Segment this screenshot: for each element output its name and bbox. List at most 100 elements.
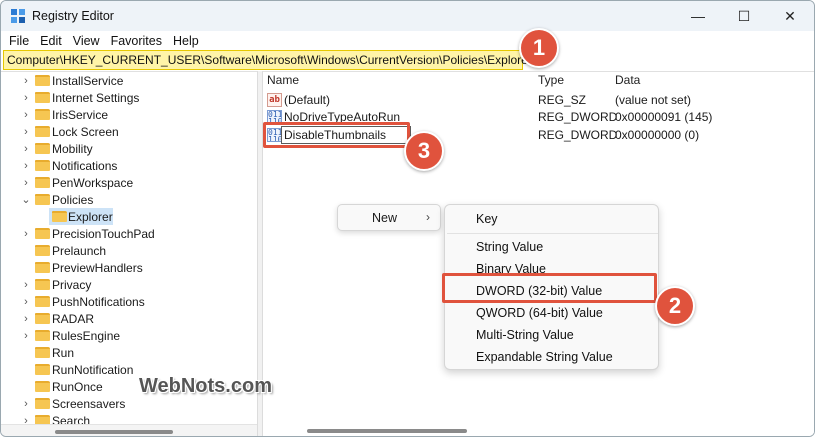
chevron-right-icon[interactable]: › (21, 279, 31, 291)
menu-file[interactable]: File (9, 34, 29, 48)
annotation-highlight-new-value (263, 122, 410, 148)
folder-icon (35, 364, 50, 375)
tree-item[interactable]: › Internet Settings (1, 89, 257, 106)
tree-item-label: Run (52, 345, 75, 360)
key-tree-pane[interactable]: › InstallService › Internet Settings › IrisSe… (1, 71, 257, 424)
value-data: 0x00000000 (0) (615, 128, 700, 142)
folder-icon (35, 143, 50, 154)
address-bar[interactable]: Computer\HKEY_CURRENT_USER\Software\Micr… (3, 50, 532, 70)
chevron-right-icon[interactable]: › (21, 126, 31, 138)
minimize-icon: — (691, 8, 705, 24)
tree-item[interactable]: PreviewHandlers (1, 259, 257, 276)
chevron-right-icon[interactable]: › (21, 313, 31, 325)
column-header-type[interactable]: Type (538, 73, 564, 87)
chevron-right-icon[interactable]: › (21, 109, 31, 121)
minimize-button[interactable]: — (675, 1, 721, 31)
tree-item[interactable]: › Privacy (1, 276, 257, 293)
tree-item[interactable]: › PrecisionTouchPad (1, 225, 257, 242)
column-header-data[interactable]: Data (615, 73, 640, 87)
tree-item[interactable]: › PenWorkspace (1, 174, 257, 191)
tree-scroll-thumb[interactable] (55, 430, 173, 434)
tree-item-label: IrisService (52, 107, 109, 122)
submenu-item-qword-value[interactable]: QWORD (64-bit) Value (476, 306, 603, 320)
registry-editor-window: Registry Editor — ☐ ✕ File Edit View Fav… (0, 0, 815, 437)
chevron-right-icon[interactable]: › (21, 177, 31, 189)
tree-item-label: Notifications (52, 158, 118, 173)
tree-item[interactable]: Run (1, 344, 257, 361)
tree-item[interactable]: › Notifications (1, 157, 257, 174)
tree-item-label: Internet Settings (52, 90, 140, 105)
tree-item[interactable]: › Search (1, 412, 257, 424)
close-button[interactable]: ✕ (767, 1, 813, 31)
chevron-right-icon[interactable]: › (21, 415, 31, 425)
folder-icon (35, 228, 50, 239)
tree-item[interactable]: › Mobility (1, 140, 257, 157)
tree-item-label: Privacy (52, 277, 92, 292)
tree-item[interactable]: › RADAR (1, 310, 257, 327)
menu-bar: File Edit View Favorites Help (1, 31, 814, 50)
context-menu-new[interactable]: New › (337, 204, 441, 231)
tree-item[interactable]: › RulesEngine (1, 327, 257, 344)
chevron-right-icon[interactable]: › (21, 296, 31, 308)
annotation-highlight-dword (442, 273, 657, 303)
menu-favorites[interactable]: Favorites (111, 34, 162, 48)
submenu-item-key[interactable]: Key (476, 212, 498, 226)
annotation-badge-2: 2 (655, 286, 695, 326)
column-header-name[interactable]: Name (267, 73, 299, 87)
folder-icon (35, 330, 50, 341)
address-path: Computer\HKEY_CURRENT_USER\Software\Micr… (7, 53, 532, 67)
chevron-right-icon[interactable]: › (21, 143, 31, 155)
tree-item[interactable]: › IrisService (1, 106, 257, 123)
tree-item-label: PushNotifications (52, 294, 145, 309)
new-menu-item-label: New (372, 211, 398, 225)
tree-item[interactable]: › InstallService (1, 72, 257, 89)
folder-icon (35, 92, 50, 103)
list-scroll-thumb[interactable] (307, 429, 467, 433)
maximize-button[interactable]: ☐ (721, 1, 767, 31)
tree-horizontal-scrollbar[interactable] (1, 424, 257, 436)
chevron-right-icon[interactable]: › (21, 160, 31, 172)
folder-icon (35, 381, 50, 392)
submenu-item-multi-string-value[interactable]: Multi-String Value (476, 328, 574, 342)
menu-view[interactable]: View (73, 34, 100, 48)
chevron-down-icon[interactable]: ⌄ (21, 193, 31, 206)
menu-edit[interactable]: Edit (40, 34, 62, 48)
folder-icon (35, 313, 50, 324)
list-horizontal-scrollbar[interactable] (263, 424, 814, 436)
tree-item-label: Mobility (52, 141, 93, 156)
value-row[interactable]: ab (Default) REG_SZ (value not set) (263, 92, 814, 109)
tree-item[interactable]: Explorer (1, 208, 257, 225)
tree-item-label: RunNotification (52, 362, 134, 377)
tree-item[interactable]: › PushNotifications (1, 293, 257, 310)
menu-help[interactable]: Help (173, 34, 199, 48)
folder-icon (52, 211, 67, 222)
tree-item-label: InstallService (52, 73, 124, 88)
value-type: REG_SZ (538, 93, 587, 107)
tree-item-label: RunOnce (52, 379, 103, 394)
tree-item-label: RulesEngine (52, 328, 121, 343)
tree-item[interactable]: › Lock Screen (1, 123, 257, 140)
window-title: Registry Editor (32, 9, 114, 23)
folder-icon (35, 415, 50, 424)
folder-icon (35, 279, 50, 290)
folder-icon (35, 109, 50, 120)
tree-item-label: RADAR (52, 311, 95, 326)
chevron-right-icon[interactable]: › (21, 228, 31, 240)
value-type: REG_DWORD (538, 110, 618, 124)
submenu-item-string-value[interactable]: String Value (476, 240, 543, 254)
registry-editor-icon (11, 9, 25, 23)
chevron-right-icon[interactable]: › (21, 330, 31, 342)
tree-item[interactable]: ⌄ Policies (1, 191, 257, 208)
folder-icon (35, 296, 50, 307)
chevron-right-icon[interactable]: › (21, 92, 31, 104)
folder-icon (35, 194, 50, 205)
folder-icon (35, 347, 50, 358)
submenu-item-expandable-string-value[interactable]: Expandable String Value (476, 350, 613, 364)
value-data: 0x00000091 (145) (615, 110, 713, 124)
annotation-badge-3: 3 (404, 131, 444, 171)
tree-item-label: PreviewHandlers (52, 260, 143, 275)
tree-item[interactable]: Prelaunch (1, 242, 257, 259)
tree-item-label: Search (52, 413, 91, 425)
chevron-right-icon[interactable]: › (21, 75, 31, 87)
chevron-right-icon[interactable]: › (21, 398, 31, 410)
